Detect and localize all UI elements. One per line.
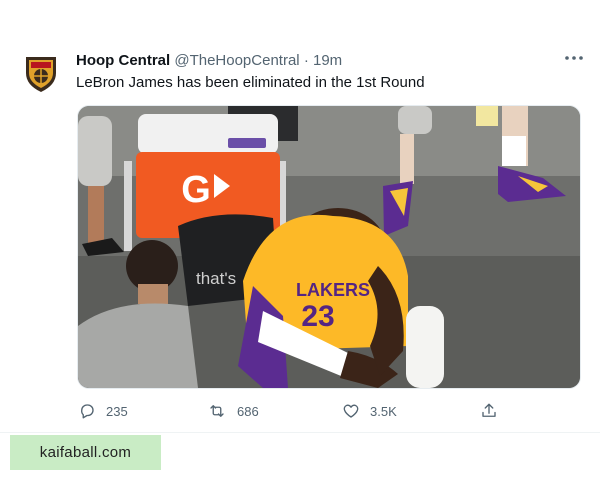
watermark: kaifaball.com [10,435,161,470]
retweet-count: 686 [237,403,259,419]
share-button[interactable] [480,400,498,422]
reply-button[interactable]: 235 [78,400,128,422]
heart-icon [342,402,360,420]
jersey-number: 23 [301,300,334,333]
tweet-text: LeBron James has been eliminated in the … [76,74,425,91]
timestamp[interactable]: 19m [313,52,342,69]
reply-icon [78,402,96,420]
retweet-icon [207,402,227,420]
tweet-header: Hoop Central @TheHoopCentral · 19m [76,52,576,72]
like-count: 3.5K [370,403,397,419]
more-dots-icon[interactable] [562,50,586,66]
user-handle[interactable]: @TheHoopCentral [174,52,299,69]
jersey-text: LAKERS [296,280,370,300]
hoop-central-avatar[interactable] [23,53,59,93]
reply-count: 235 [106,403,128,419]
share-icon [480,402,498,420]
tweet-divider [0,432,600,433]
tweet[interactable]: Hoop Central @TheHoopCentral · 19m LeBro… [16,44,586,434]
like-button[interactable]: 3.5K [342,400,397,422]
tweet-photo[interactable]: G that's LAKERS 23 [77,105,581,389]
tweet-actions: 235 686 3.5K [76,400,516,422]
separator-dot: · [303,52,309,69]
cooler-logo: G [181,169,211,211]
chair-text: that's [196,269,236,288]
page: Hoop Central @TheHoopCentral · 19m LeBro… [0,0,600,480]
display-name[interactable]: Hoop Central [76,52,170,69]
retweet-button[interactable]: 686 [207,400,259,422]
